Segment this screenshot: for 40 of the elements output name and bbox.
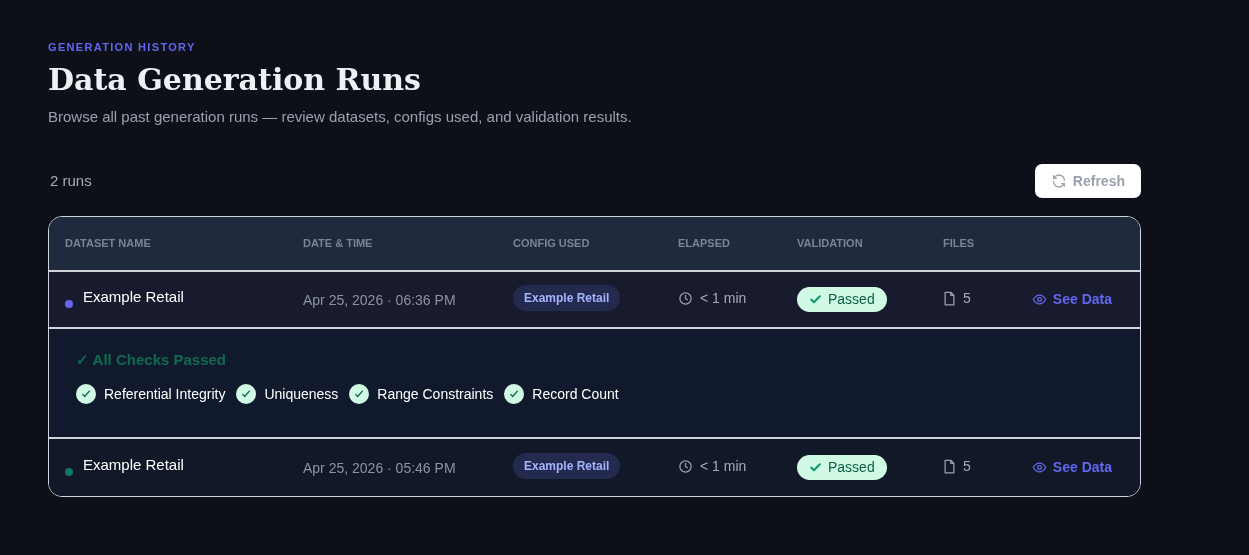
eye-icon [1031, 460, 1047, 475]
check-icon [809, 292, 822, 306]
column-header: VALIDATION [797, 237, 863, 250]
validation-badge: Passed [797, 454, 887, 480]
table-row[interactable]: Example Retail Apr 25, 2026 · 06:36 PM Example Retail < 1 min Passed 5 See Data [49, 272, 1140, 329]
file-count: 5 [963, 456, 971, 476]
check-name: Record Count [532, 384, 619, 404]
check-name: Uniqueness [264, 384, 339, 404]
validation-badge: Passed [797, 286, 887, 312]
clock-icon [678, 290, 693, 306]
checks-summary: ✓ All Checks Passed [76, 350, 226, 370]
file-icon [943, 290, 956, 306]
check-name: Range Constraints [377, 384, 494, 404]
config-tag: Example Retail [513, 284, 621, 311]
column-header: CONFIG USED [513, 237, 590, 250]
check-icon [809, 460, 822, 474]
run-date: Apr 25, 2026 · 06:36 PM [303, 291, 456, 308]
column-header: ELAPSED [678, 237, 730, 250]
see-data-link[interactable]: See Data [1031, 457, 1112, 478]
page-title: Data Generation Runs [48, 60, 421, 99]
column-header: FILES [943, 237, 975, 250]
refresh-icon [1050, 173, 1067, 189]
page-subtitle: Browse all past generation runs — review datasets, configs used, and validation results. [48, 106, 632, 127]
clock-icon [678, 458, 693, 474]
section-label: GENERATION HISTORY [48, 40, 196, 55]
config-tag: Example Retail [513, 452, 621, 479]
run-date: Apr 25, 2026 · 05:46 PM [303, 459, 456, 476]
elapsed-time: < 1 min [700, 456, 747, 476]
check-name: Referential Integrity [104, 384, 226, 404]
run-count: 2 runs [50, 170, 92, 191]
elapsed-time: < 1 min [700, 288, 747, 308]
file-icon [943, 458, 956, 474]
dataset-name: Example Retail [83, 455, 184, 476]
dataset-name: Example Retail [83, 287, 184, 308]
column-header: DATASET NAME [65, 237, 151, 250]
see-data-link[interactable]: See Data [1031, 289, 1112, 310]
refresh-button[interactable]: Refresh [1034, 164, 1141, 198]
column-header: DATE & TIME [303, 237, 373, 250]
eye-icon [1031, 292, 1047, 307]
file-count: 5 [963, 288, 971, 308]
